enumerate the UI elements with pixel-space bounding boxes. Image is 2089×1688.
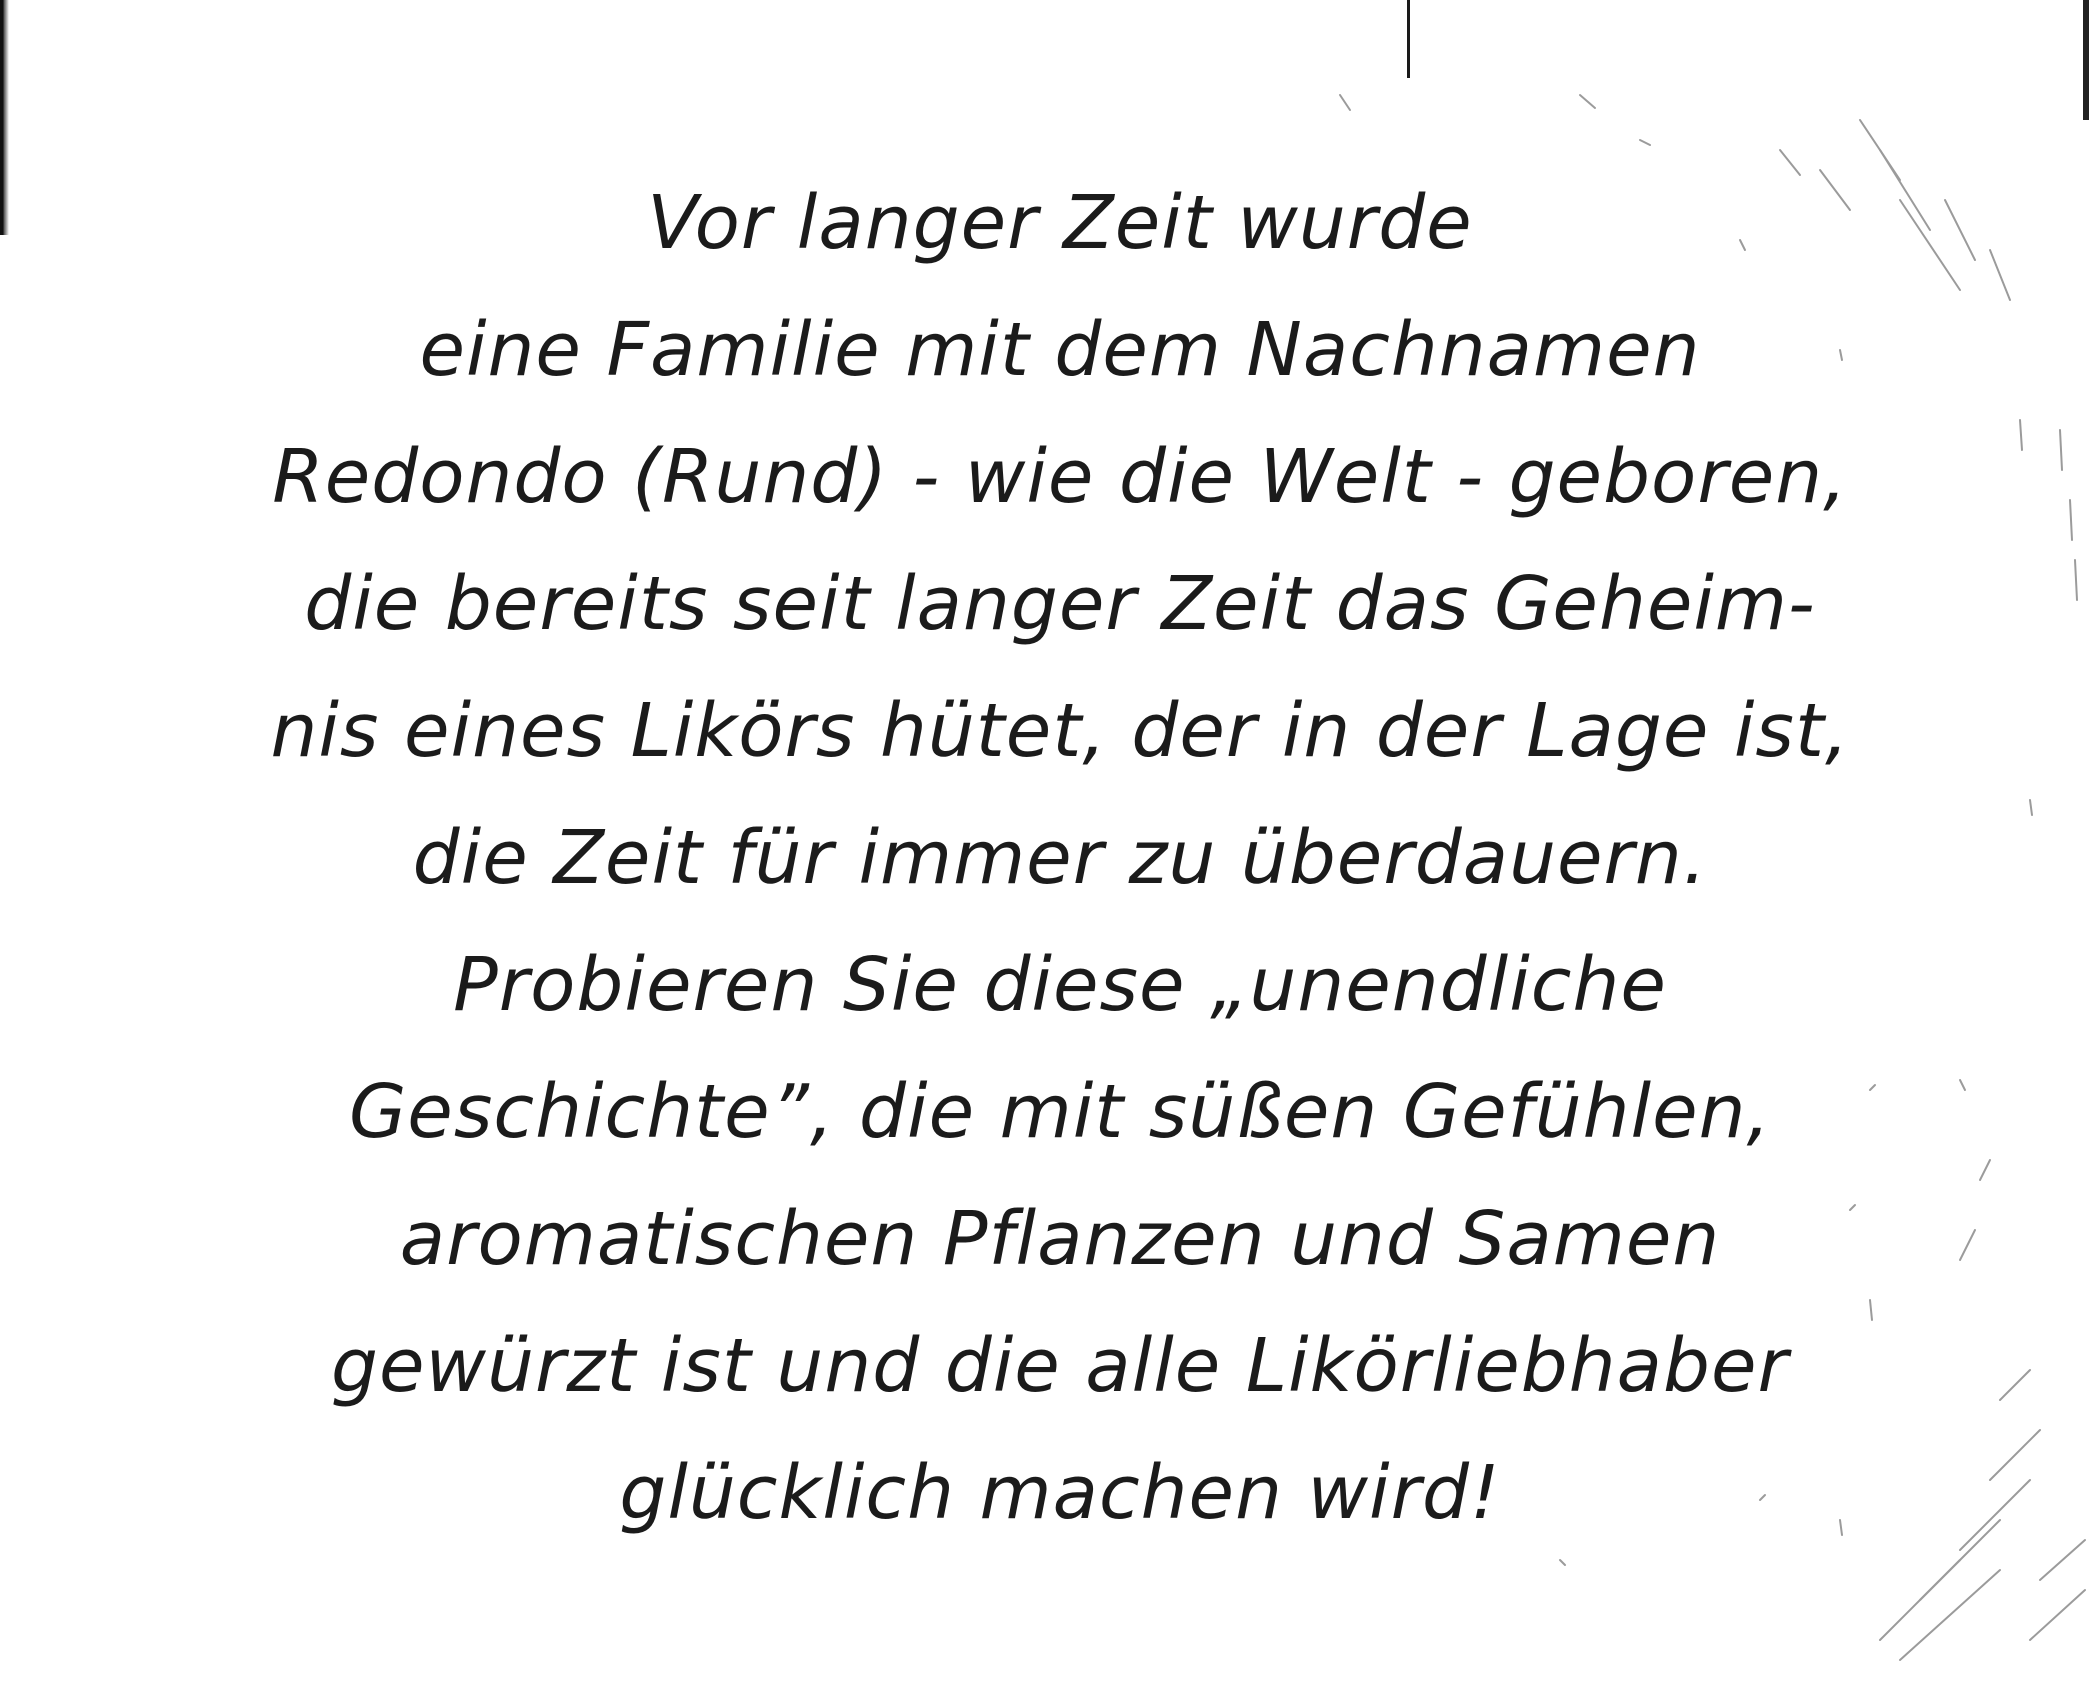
text-line-4: die bereits seit langer Zeit das Geheim- [304,561,1816,647]
text-line-3: Redondo (Rund) - wie die Welt - geboren, [272,434,1848,520]
text-line-7: Probieren Sie diese „unendliche [453,942,1667,1028]
text-line-11: glücklich machen wird! [619,1450,1501,1536]
text-line-5: nis eines Likörs hütet, der in der Lage … [270,688,1850,774]
text-line-9: aromatischen Pflanzen und Samen [399,1196,1721,1282]
text-line-10: gewürzt ist und die alle Likörliebhaber [331,1323,1789,1409]
text-line-8: Geschichte”, die mit süßen Gefühlen, [348,1069,1772,1155]
text-line-6: die Zeit für immer zu überdauern. [412,815,1708,901]
text-line-1: Vor langer Zeit wurde [647,180,1473,266]
text-line-2: eine Familie mit dem Nachnamen [419,307,1701,393]
liqueur-story-paragraph: Vor langer Zeit wurde eine Familie mit d… [100,160,2020,1557]
scanned-page: Vor langer Zeit wurde eine Familie mit d… [0,0,2089,1688]
